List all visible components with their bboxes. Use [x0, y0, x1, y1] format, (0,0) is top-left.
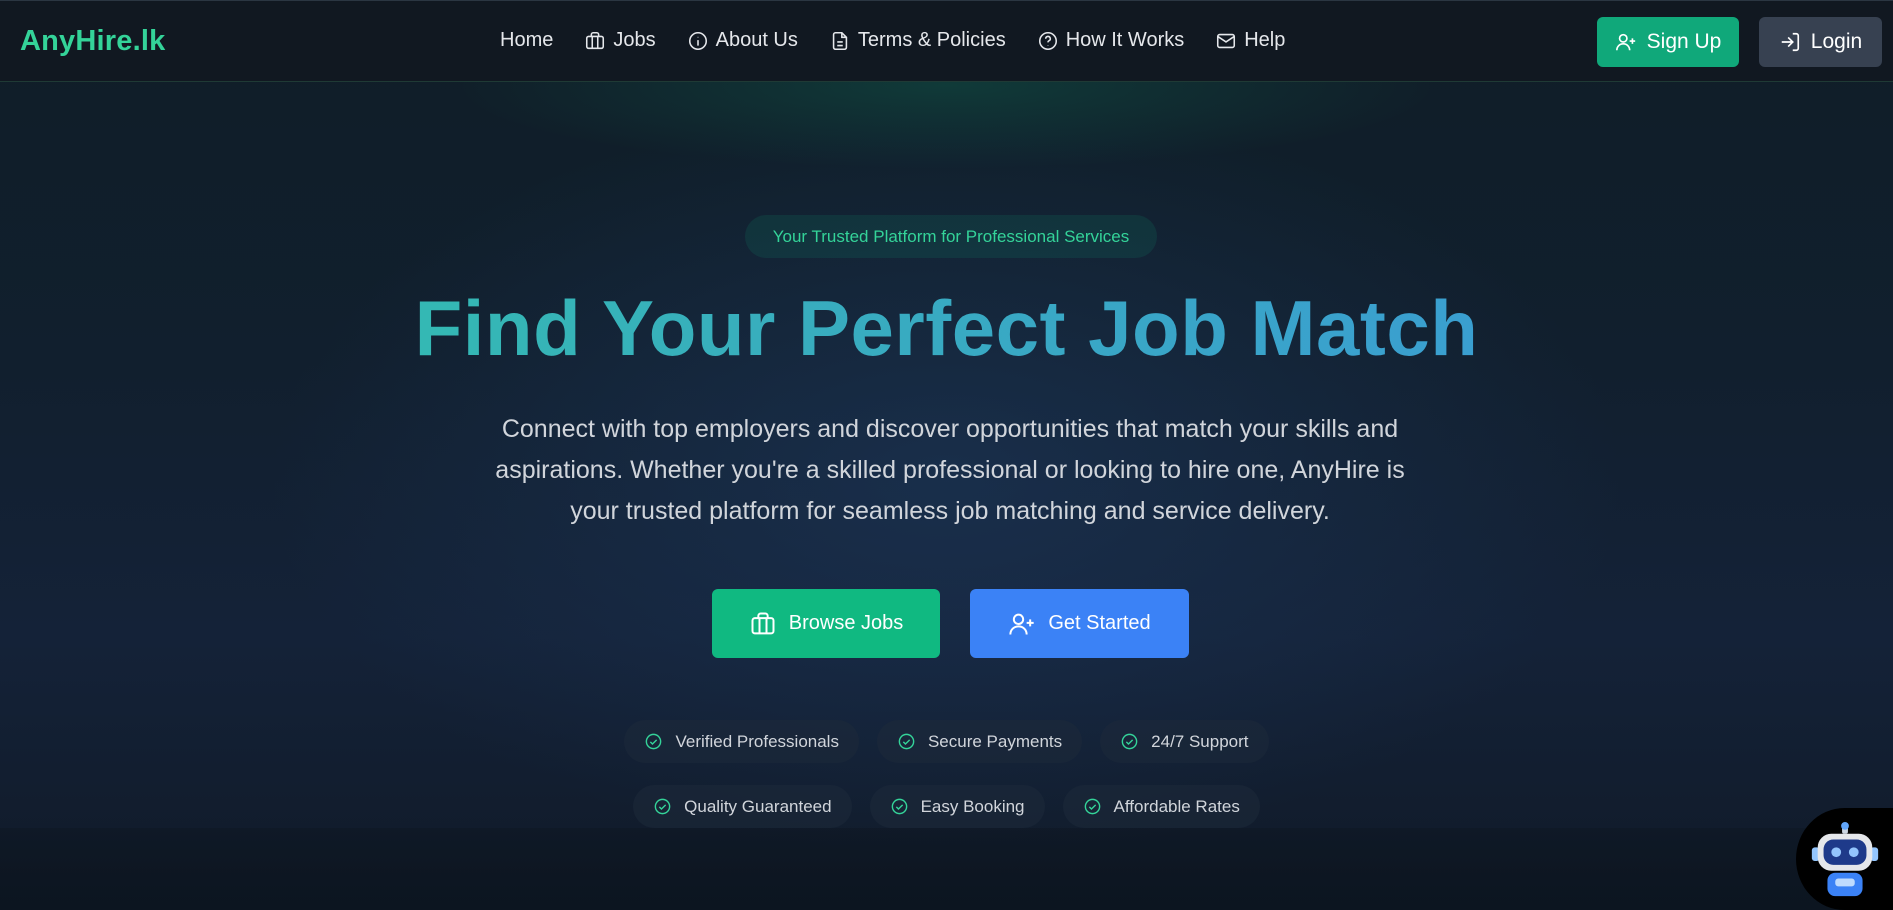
nav-link-how-it-works[interactable]: How It Works	[1037, 29, 1185, 52]
document-icon	[832, 31, 848, 50]
login-icon	[1781, 32, 1799, 52]
nav-link-jobs[interactable]: Jobs	[584, 29, 656, 52]
feature-pill: Affordable Rates	[1062, 785, 1260, 828]
sign-up-button[interactable]: Sign Up	[1597, 17, 1739, 67]
browse-jobs-button[interactable]: Browse Jobs	[712, 589, 940, 658]
nav-link-label: About Us	[715, 29, 798, 51]
check-circle-icon	[1121, 733, 1138, 750]
user-plus-icon	[1615, 33, 1635, 51]
nav-link-help[interactable]: Help	[1215, 29, 1285, 52]
get-started-label: Get Started	[1048, 612, 1151, 634]
navbar: AnyHire.lk Home Jobs About Us Terms & Po…	[0, 0, 1893, 82]
feature-label: 24/7 Support	[1151, 731, 1249, 751]
nav-link-label: Jobs	[613, 29, 656, 51]
feature-label: Quality Guaranteed	[684, 796, 832, 816]
check-circle-icon	[1084, 798, 1100, 815]
feature-pill: Easy Booking	[869, 785, 1045, 828]
check-circle-icon	[898, 733, 915, 750]
nav-link-about[interactable]: About Us	[687, 29, 798, 52]
login-button[interactable]: Login	[1759, 17, 1882, 67]
nav-links: Home Jobs About Us Terms & Policies How …	[500, 29, 1316, 52]
check-circle-icon	[646, 733, 662, 750]
nav-link-home[interactable]: Home	[500, 29, 553, 52]
feature-label: Easy Booking	[920, 796, 1025, 816]
hero-title: Find Your Perfect Job Match	[0, 285, 1893, 372]
feature-label: Verified Professionals	[675, 731, 839, 751]
feature-pill: Quality Guaranteed	[633, 785, 852, 828]
nav-link-label: How It Works	[1065, 29, 1185, 51]
browse-jobs-label: Browse Jobs	[788, 612, 904, 634]
feature-label: Secure Payments	[927, 731, 1063, 751]
get-started-button[interactable]: Get Started	[970, 589, 1189, 658]
sign-up-label: Sign Up	[1646, 30, 1722, 53]
section-divider	[0, 828, 1893, 910]
chatbot-button[interactable]	[1796, 808, 1893, 910]
nav-link-label: Help	[1244, 29, 1286, 51]
login-label: Login	[1810, 30, 1863, 53]
mail-icon	[1217, 33, 1236, 48]
brand-logo[interactable]: AnyHire.lk	[20, 25, 165, 58]
help-circle-icon	[1038, 31, 1057, 50]
check-circle-icon	[891, 798, 907, 815]
feature-list: Quality Guaranteed Easy Booking Affordab…	[0, 785, 1893, 828]
feature-pill: Secure Payments	[876, 720, 1083, 763]
hero-description: Connect with top employers and discover …	[495, 415, 1405, 525]
nav-link-terms[interactable]: Terms & Policies	[829, 29, 1006, 52]
nav-link-label: Terms & Policies	[857, 29, 1006, 51]
feature-pill: 24/7 Support	[1100, 720, 1269, 763]
briefcase-icon	[751, 612, 775, 634]
briefcase-icon	[586, 31, 605, 49]
robot-icon	[1811, 822, 1879, 897]
feature-pill: Verified Professionals	[624, 720, 859, 763]
user-plus-icon	[1009, 613, 1035, 635]
tagline-badge: Your Trusted Platform for Professional S…	[745, 215, 1157, 258]
feature-list: Verified Professionals Secure Payments 2…	[0, 720, 1893, 763]
check-circle-icon	[654, 798, 671, 815]
info-icon	[688, 31, 707, 50]
feature-label: Affordable Rates	[1113, 796, 1240, 816]
nav-link-label: Home	[500, 29, 554, 51]
